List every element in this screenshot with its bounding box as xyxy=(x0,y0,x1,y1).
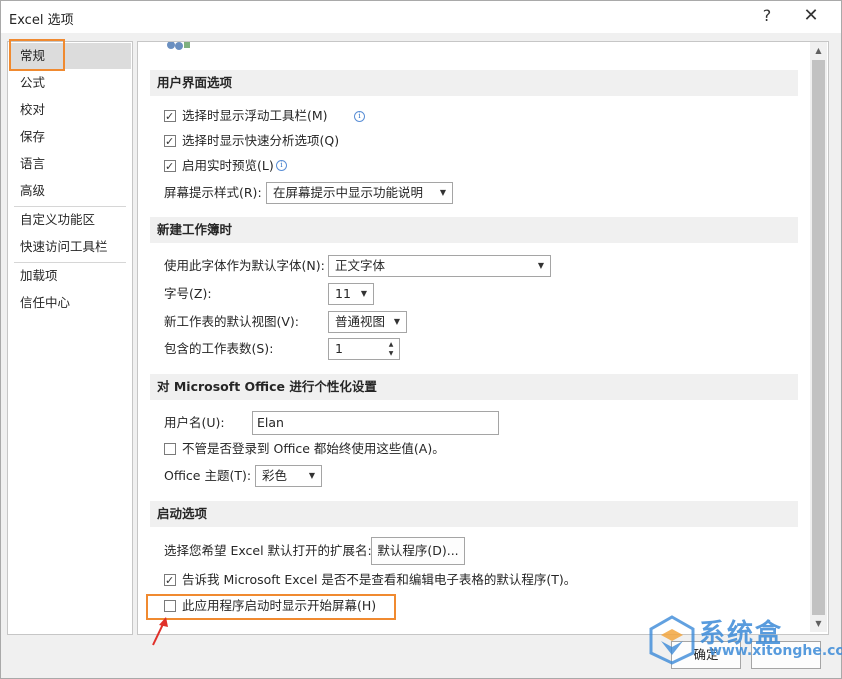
section-header-ui: 用户界面选项 xyxy=(150,70,798,96)
screentip-style-label: 屏幕提示样式(R): xyxy=(164,185,262,200)
default-view-value: 普通视图 xyxy=(335,314,386,329)
nav-item-proofing[interactable]: 校对 xyxy=(9,97,131,123)
font-size-select[interactable]: 11 ▼ xyxy=(328,283,374,305)
watermark: 系统盒 www.xitonghe.com xyxy=(649,605,842,675)
sheet-count-label: 包含的工作表数(S): xyxy=(164,341,274,356)
sheet-count-spinner[interactable]: 1 ▲ ▼ xyxy=(328,338,400,360)
default-font-value: 正文字体 xyxy=(335,258,386,273)
chevron-down-icon: ▼ xyxy=(537,261,544,270)
nav-item-advanced[interactable]: 高级 xyxy=(9,178,131,204)
close-button[interactable]: ✕ xyxy=(796,5,826,27)
section-header-personalize: 对 Microsoft Office 进行个性化设置 xyxy=(150,374,798,400)
section-header-startup: 启动选项 xyxy=(150,501,798,527)
nav-highlight-box xyxy=(9,39,65,71)
watermark-url: www.xitonghe.com xyxy=(709,643,842,659)
screentip-style-value: 在屏幕提示中显示功能说明 xyxy=(273,185,424,200)
default-extensions-label: 选择您希望 Excel 默认打开的扩展名: xyxy=(164,543,372,558)
red-arrow-annotation xyxy=(152,617,168,646)
office-theme-label: Office 主题(T): xyxy=(164,468,252,483)
watermark-logo-icon xyxy=(649,615,695,665)
title-bar: Excel 选项 ? ✕ xyxy=(1,1,841,33)
default-view-select[interactable]: 普通视图 ▼ xyxy=(328,311,407,333)
font-size-label: 字号(Z): xyxy=(164,286,212,301)
always-use-label: 不管是否登录到 Office 都始终使用这些值(A)。 xyxy=(182,441,445,456)
spinner-arrows-icon[interactable]: ▲ ▼ xyxy=(386,340,396,358)
default-programs-button[interactable]: 默认程序(D)... xyxy=(371,537,465,565)
info-icon: i xyxy=(276,160,287,171)
username-label: 用户名(U): xyxy=(164,415,225,430)
scrollbar-thumb[interactable] xyxy=(812,60,825,615)
tell-me-default-checkbox[interactable] xyxy=(164,571,176,591)
options-nav: 常规 公式 校对 保存 语言 高级 自定义功能区 快速访问工具栏 加载项 信任中… xyxy=(7,41,133,635)
mini-toolbar-label: 选择时显示浮动工具栏(M) xyxy=(182,108,328,123)
default-view-label: 新工作表的默认视图(V): xyxy=(164,314,300,329)
screentip-style-select[interactable]: 在屏幕提示中显示功能说明 ▼ xyxy=(266,182,453,204)
excel-options-dialog: Excel 选项 ? ✕ 常规 公式 校对 保存 语言 高级 自定义功能区 快速… xyxy=(0,0,842,679)
sheet-count-value: 1 xyxy=(335,341,343,356)
nav-item-quick-access-toolbar[interactable]: 快速访问工具栏 xyxy=(9,234,131,260)
quick-analysis-checkbox[interactable] xyxy=(164,132,176,152)
office-theme-value: 彩色 xyxy=(262,468,288,483)
dialog-title: Excel 选项 xyxy=(9,13,74,28)
help-button[interactable]: ? xyxy=(752,5,782,27)
chevron-down-icon: ▼ xyxy=(360,289,367,298)
live-preview-label: 启用实时预览(L) xyxy=(182,158,274,173)
scroll-up-arrow-icon[interactable]: ▲ xyxy=(810,42,827,59)
options-content: 用户界面选项 选择时显示浮动工具栏(M) i 选择时显示快速分析选项(Q) 启用… xyxy=(137,41,829,635)
default-font-label: 使用此字体作为默认字体(N): xyxy=(164,258,325,273)
default-font-select[interactable]: 正文字体 ▼ xyxy=(328,255,551,277)
nav-item-language[interactable]: 语言 xyxy=(9,151,131,177)
nav-item-save[interactable]: 保存 xyxy=(9,124,131,150)
nav-item-formulas[interactable]: 公式 xyxy=(9,70,131,96)
start-screen-highlight-box xyxy=(146,594,396,620)
always-use-checkbox[interactable] xyxy=(164,443,176,455)
live-preview-checkbox[interactable] xyxy=(164,157,176,177)
content-scrollbar[interactable]: ▲ ▼ xyxy=(810,42,827,632)
font-size-value: 11 xyxy=(335,286,351,301)
chevron-down-icon: ▼ xyxy=(439,188,446,197)
nav-item-trust-center[interactable]: 信任中心 xyxy=(9,290,131,316)
chevron-down-icon: ▼ xyxy=(308,471,315,480)
info-icon: i xyxy=(354,111,365,122)
nav-item-add-ins[interactable]: 加载项 xyxy=(9,263,131,289)
people-icon xyxy=(167,42,190,50)
office-theme-select[interactable]: 彩色 ▼ xyxy=(255,465,322,487)
quick-analysis-label: 选择时显示快速分析选项(Q) xyxy=(182,133,340,148)
chevron-down-icon: ▼ xyxy=(393,317,400,326)
nav-item-customize-ribbon[interactable]: 自定义功能区 xyxy=(9,207,131,233)
username-input[interactable]: Elan xyxy=(252,411,499,435)
mini-toolbar-checkbox[interactable] xyxy=(164,107,176,127)
tell-me-default-label: 告诉我 Microsoft Excel 是否不是查看和编辑电子表格的默认程序(T… xyxy=(182,572,577,587)
section-header-new-workbook: 新建工作簿时 xyxy=(150,217,798,243)
